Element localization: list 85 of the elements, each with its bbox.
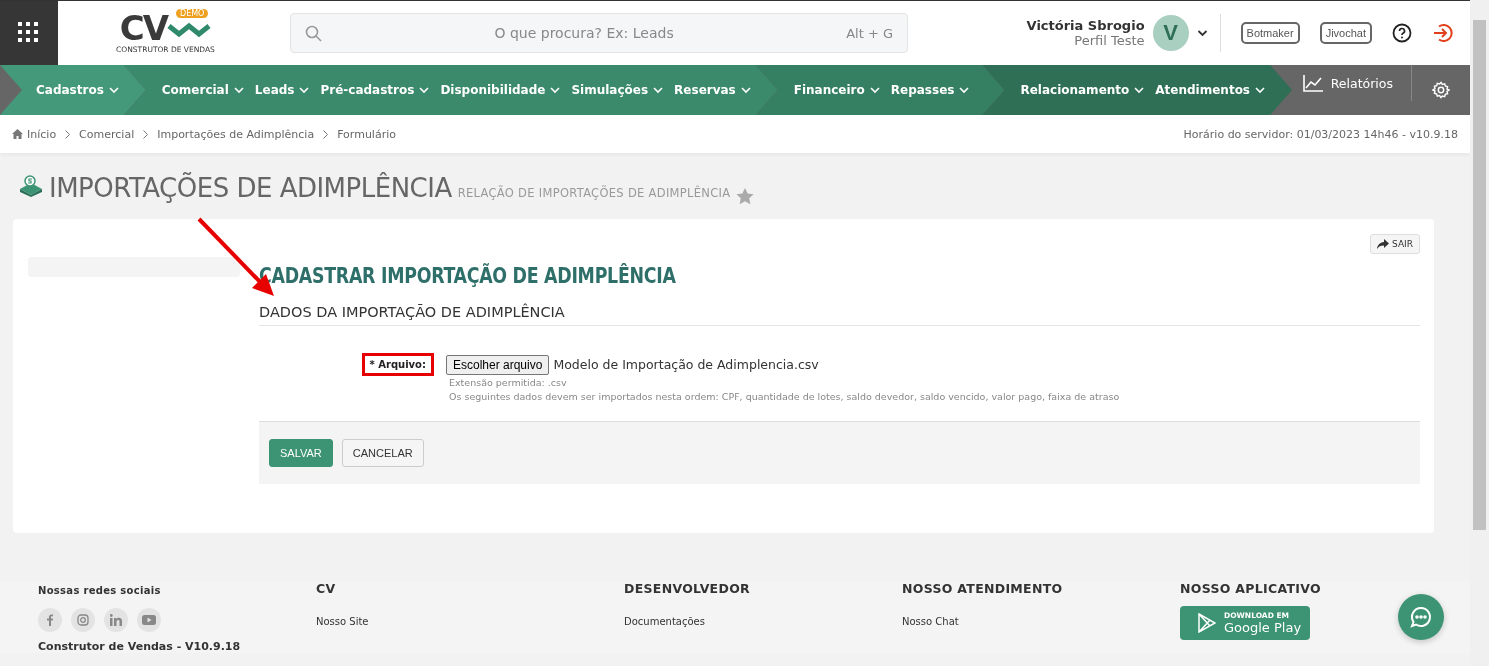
instagram-icon (77, 614, 89, 626)
search-icon (305, 24, 322, 42)
menu-item[interactable]: Relacionamento (1020, 83, 1145, 97)
footer-heading: NOSSO ATENDIMENTO (902, 581, 1064, 596)
chevron-down-icon (108, 86, 119, 94)
instagram-link[interactable] (71, 608, 95, 632)
apps-menu-button[interactable] (0, 1, 58, 65)
menu-item[interactable]: Financeiro (793, 83, 880, 97)
field-hint: Os seguintes dados devem ser importados nesta ordem: CPF, quantidade de lotes, saldo devedor, saldo vencido, valor pago, faixa de atraso (449, 390, 1121, 404)
chevron-right-icon (65, 129, 71, 139)
page-subtitle: RELAÇÃO DE IMPORTAÇÕES DE ADIMPLÊNCIA (457, 186, 731, 200)
menu-item[interactable]: Simulações (571, 83, 664, 97)
cancel-button[interactable]: CANCELAR (341, 439, 424, 467)
exit-button[interactable]: SAIR (1370, 234, 1420, 254)
chevron-right-icon (143, 129, 149, 139)
youtube-icon (142, 615, 156, 625)
menu-item[interactable]: Repasses (890, 83, 970, 97)
linkedin-link[interactable] (104, 608, 128, 632)
star-icon[interactable] (736, 187, 755, 205)
breadcrumb-link[interactable]: Formulário (337, 127, 396, 141)
server-time: Horário do servidor: 01/03/2023 14h46 - v10.9.18 (1183, 127, 1458, 141)
share-arrow-icon (1377, 239, 1390, 249)
menu-item[interactable]: Reservas (674, 83, 751, 97)
chevron-down-icon (959, 86, 970, 94)
play-store-icon (1198, 613, 1216, 633)
footer-heading: NOSSO APLICATIVO (1180, 581, 1322, 596)
grid-icon (18, 22, 40, 44)
footer-link[interactable]: Documentações (624, 616, 902, 627)
chevron-down-icon[interactable] (1196, 29, 1208, 37)
facebook-link[interactable] (38, 608, 62, 632)
footer-heading: CV (316, 581, 337, 596)
form-title: CADASTRAR IMPORTAÇÃO DE ADIMPLÊNCIA (259, 264, 677, 288)
money-box-icon (19, 175, 43, 197)
field-label: * Arquivo: (361, 353, 434, 376)
chat-integration-button[interactable]: Botmaker (1240, 22, 1300, 44)
chat-integration-button[interactable]: Jivochat (1319, 22, 1372, 44)
store-name: Google Play (1224, 620, 1302, 635)
footer-heading: Nossas redes sociais (38, 585, 162, 596)
demo-badge: DEMO (176, 8, 209, 18)
user-avatar[interactable]: V (1152, 15, 1189, 51)
menu-item[interactable]: Comercial (161, 83, 244, 97)
breadcrumb-link[interactable]: Início (12, 127, 57, 141)
reports-menu-item[interactable]: Relatórios (1302, 65, 1412, 101)
choose-file-button[interactable]: Escolher arquivo (446, 354, 550, 375)
section-title: DADOS DA IMPORTAÇÃO DE ADIMPLÊNCIA (259, 304, 1420, 326)
menu-item[interactable]: Cadastros (36, 83, 119, 97)
chat-bubble-icon (1409, 605, 1433, 629)
footer-link[interactable]: Nosso Chat (902, 616, 1180, 627)
breadcrumb-link[interactable]: Importações de Adimplência (157, 127, 315, 141)
help-icon[interactable] (1392, 23, 1412, 43)
search-field[interactable]: O que procura? Ex: Leads Alt + G (290, 13, 908, 53)
chevron-down-icon (233, 86, 244, 94)
chevron-down-icon (550, 86, 561, 94)
logout-icon[interactable] (1432, 22, 1454, 44)
chevron-down-icon (419, 86, 430, 94)
chevron-down-icon (653, 86, 664, 94)
shortcut-hint: Alt + G (846, 25, 893, 41)
chevron-right-icon (323, 129, 329, 139)
chevron-down-icon (869, 86, 880, 94)
facebook-icon (47, 614, 53, 626)
menu-item[interactable]: Leads (254, 83, 310, 97)
field-hint: Extensão permitida: .csv (449, 376, 568, 390)
footer-heading: DESENVOLVEDOR (624, 581, 751, 596)
chevron-down-icon (299, 86, 310, 94)
home-icon (12, 129, 23, 139)
chevron-down-icon (740, 86, 751, 94)
chevron-down-icon (1134, 86, 1145, 94)
menu-item[interactable]: Pré-cadastros (320, 83, 430, 97)
youtube-link[interactable] (137, 608, 161, 632)
save-button[interactable]: SALVAR (269, 439, 333, 467)
settings-icon (1432, 81, 1450, 99)
footer-link[interactable]: Nosso Site (316, 616, 624, 627)
footer-brand: Construtor de Vendas - V10.9.18 (38, 640, 242, 653)
file-name: Modelo de Importação de Adimplencia.csv (553, 357, 819, 372)
linkedin-icon (110, 614, 122, 626)
menu-item[interactable]: Atendimentos (1155, 83, 1265, 97)
breadcrumb-link[interactable]: Comercial (79, 127, 135, 141)
search-placeholder: O que procura? Ex: Leads (493, 25, 675, 41)
user-name: Victória Sbrogio (1026, 18, 1145, 33)
chevron-down-icon (1255, 86, 1265, 94)
line-chart-icon (1302, 74, 1323, 92)
logo-mark: CV (119, 12, 168, 43)
menu-item[interactable]: Disponibilidade (440, 83, 561, 97)
user-profile: Perfil Teste (1074, 33, 1145, 48)
page-title: IMPORTAÇÕES DE ADIMPLÊNCIA (49, 173, 452, 203)
